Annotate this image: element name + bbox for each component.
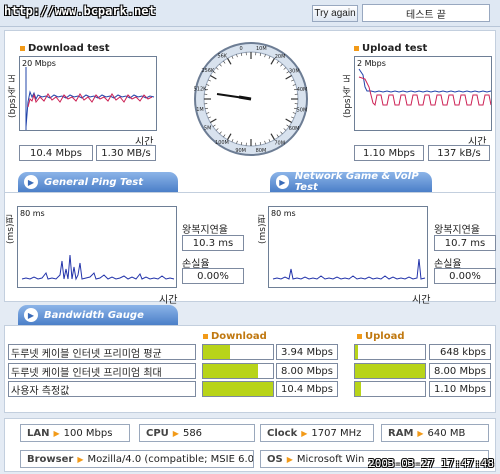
download-test-title: Download test [20,43,110,54]
tab-bandwidth-gauge[interactable]: ▶ Bandwidth Gauge [18,305,178,325]
upload-kbs-value: 137 kB/s [428,145,490,161]
cpu-info: CPU ▶ 586 [139,424,255,442]
bandwidth-upload-bar-fill [355,345,358,359]
lan-info: LAN ▶ 100 Mbps [20,424,130,442]
gauge-label: 90M [235,148,246,154]
upload-title-text: Upload test [362,43,428,54]
upload-series-blue [358,68,491,93]
bandwidth-upload-bar [354,363,426,379]
bandwidth-upload-bar [354,344,426,360]
speed-gauge: 10M 20M 30M 40M 50M 60M 70M 80M 90M 100M 5M 1M 512K 2… [194,42,308,156]
bandwidth-download-bar [202,381,274,397]
gauge-label: 1M [196,107,204,113]
download-title-text: Download test [28,43,110,54]
download-mbps-value: 10.4 Mbps [19,145,93,161]
ping-right-time-label: 시간 [412,295,431,306]
tab-network-game-voip-test[interactable]: ▶ Network Game & VoIP Test [270,171,432,193]
bandwidth-upload-value: 648 kbps [429,344,491,360]
bandwidth-download-bar [202,344,274,360]
orange-bullet-icon [354,46,359,51]
upload-mbps-value: 1.10 Mbps [354,145,424,161]
chevron-right-icon: ▶ [276,175,289,189]
ping-left-rtt-label: 왕복지연율 [182,225,228,236]
ping-right-loss-value: 0.00% [434,268,496,284]
bandwidth-row-label: 사용자 측정값 [8,381,196,397]
arrow-right-icon: ▶ [301,428,308,438]
gauge-label: 40M [297,87,308,93]
try-again-button[interactable]: Try again [312,5,358,22]
upload-graph-svg [358,68,491,107]
arrow-right-icon: ▶ [53,428,60,438]
bandwidth-download-head: Download [203,331,267,342]
browser-info: Browser ▶ Mozilla/4.0 (compatible; MSIE 6.… [20,450,254,468]
tab-general-ping-test[interactable]: ▶ General Ping Test [18,172,178,192]
bandwidth-upload-value: 1.10 Mbps [429,381,491,397]
gauge-label: 80M [256,148,267,154]
bandwidth-row-label: 두루넷 케이블 인터넷 프리미엄 최대 [8,363,196,379]
bandwidth-download-bar-fill [203,364,258,378]
gauge-label: 30M [289,68,300,74]
gauge-label: 256K [201,68,215,74]
test-status-field: 테스트 끝 [362,4,490,22]
download-graph: 20 Mbps [19,56,157,131]
ping-right-graph-svg [272,258,426,280]
ping-right-rtt-label: 왕복지연율 [434,225,480,236]
bandwidth-download-value: 8.00 Mbps [276,363,338,379]
bandwidth-download-value: 3.94 Mbps [276,344,338,360]
gauge-label: 60M [289,126,300,132]
bandwidth-download-bar-fill [203,345,231,359]
ping-left-graph-svg [21,254,175,281]
gauge-label: 512K [194,87,208,93]
upload-graph: 2 Mbps [354,56,492,131]
ping-left-time-label: 시간 [159,295,178,306]
orange-bullet-icon [203,334,208,339]
tab-game-label: Network Game & VoIP Test [294,171,419,193]
arrow-right-icon: ▶ [77,454,84,464]
ping-right-graph: 80 ms [268,206,428,288]
bandwidth-download-bar-fill [203,382,273,396]
gauge-label: 5M [204,126,212,132]
bandwidth-upload-head: Upload [357,331,404,342]
gauge-label: 70M [274,140,285,146]
download-unit-label: (bps)속 도 [8,74,18,118]
arrow-right-icon: ▶ [286,454,293,464]
ping-left-graph: 80 ms [17,206,177,288]
timestamp-overlay: 2003-03-27 17:47:48 [368,457,494,470]
gauge-label: 50M [297,107,308,113]
bandwidth-row-label: 두루넷 케이블 인터넷 프리미엄 평균 [8,344,196,360]
orange-bullet-icon [357,334,362,339]
bandwidth-download-bar [202,363,274,379]
tab-ping-label: General Ping Test [44,176,144,188]
clock-info: Clock ▶ 1707 MHz [260,424,374,442]
ping-right-rtt-value: 10.7 ms [434,235,496,251]
chevron-right-icon: ▶ [24,175,38,189]
gauge-label: 56K [217,54,227,60]
bandwidth-upload-bar-fill [355,364,425,378]
bandwidth-upload-bar-fill [355,382,362,396]
arrow-right-icon: ▶ [172,428,179,438]
upload-unit-label: (bps)속 도 [343,74,353,118]
ram-info: RAM ▶ 640 MB [381,424,489,442]
bandwidth-upload-bar [354,381,426,397]
watermark-text: http://www.bcpark.net [4,4,156,18]
download-mbs-value: 1.30 MB/s [96,145,156,161]
tab-bandwidth-label: Bandwidth Gauge [44,309,144,321]
chevron-right-icon: ▶ [24,308,38,322]
download-graph-svg [25,67,155,130]
bandwidth-upload-value: 8.00 Mbps [429,363,491,379]
gauge-label: 100M [215,140,229,146]
gauge-label: 10M [256,46,267,52]
gauge-label: 20M [275,54,286,60]
ping-left-series [21,254,175,281]
ping-left-loss-value: 0.00% [182,268,244,284]
orange-bullet-icon [20,46,25,51]
upload-test-title: Upload test [354,43,427,54]
bandwidth-download-value: 10.4 Mbps [276,381,338,397]
gauge-label: 0 [239,46,242,52]
ping-right-series [272,258,426,280]
ping-left-unit-label: (ms)편 [6,214,16,244]
arrow-right-icon: ▶ [417,428,424,438]
ping-left-rtt-value: 10.3 ms [182,235,244,251]
